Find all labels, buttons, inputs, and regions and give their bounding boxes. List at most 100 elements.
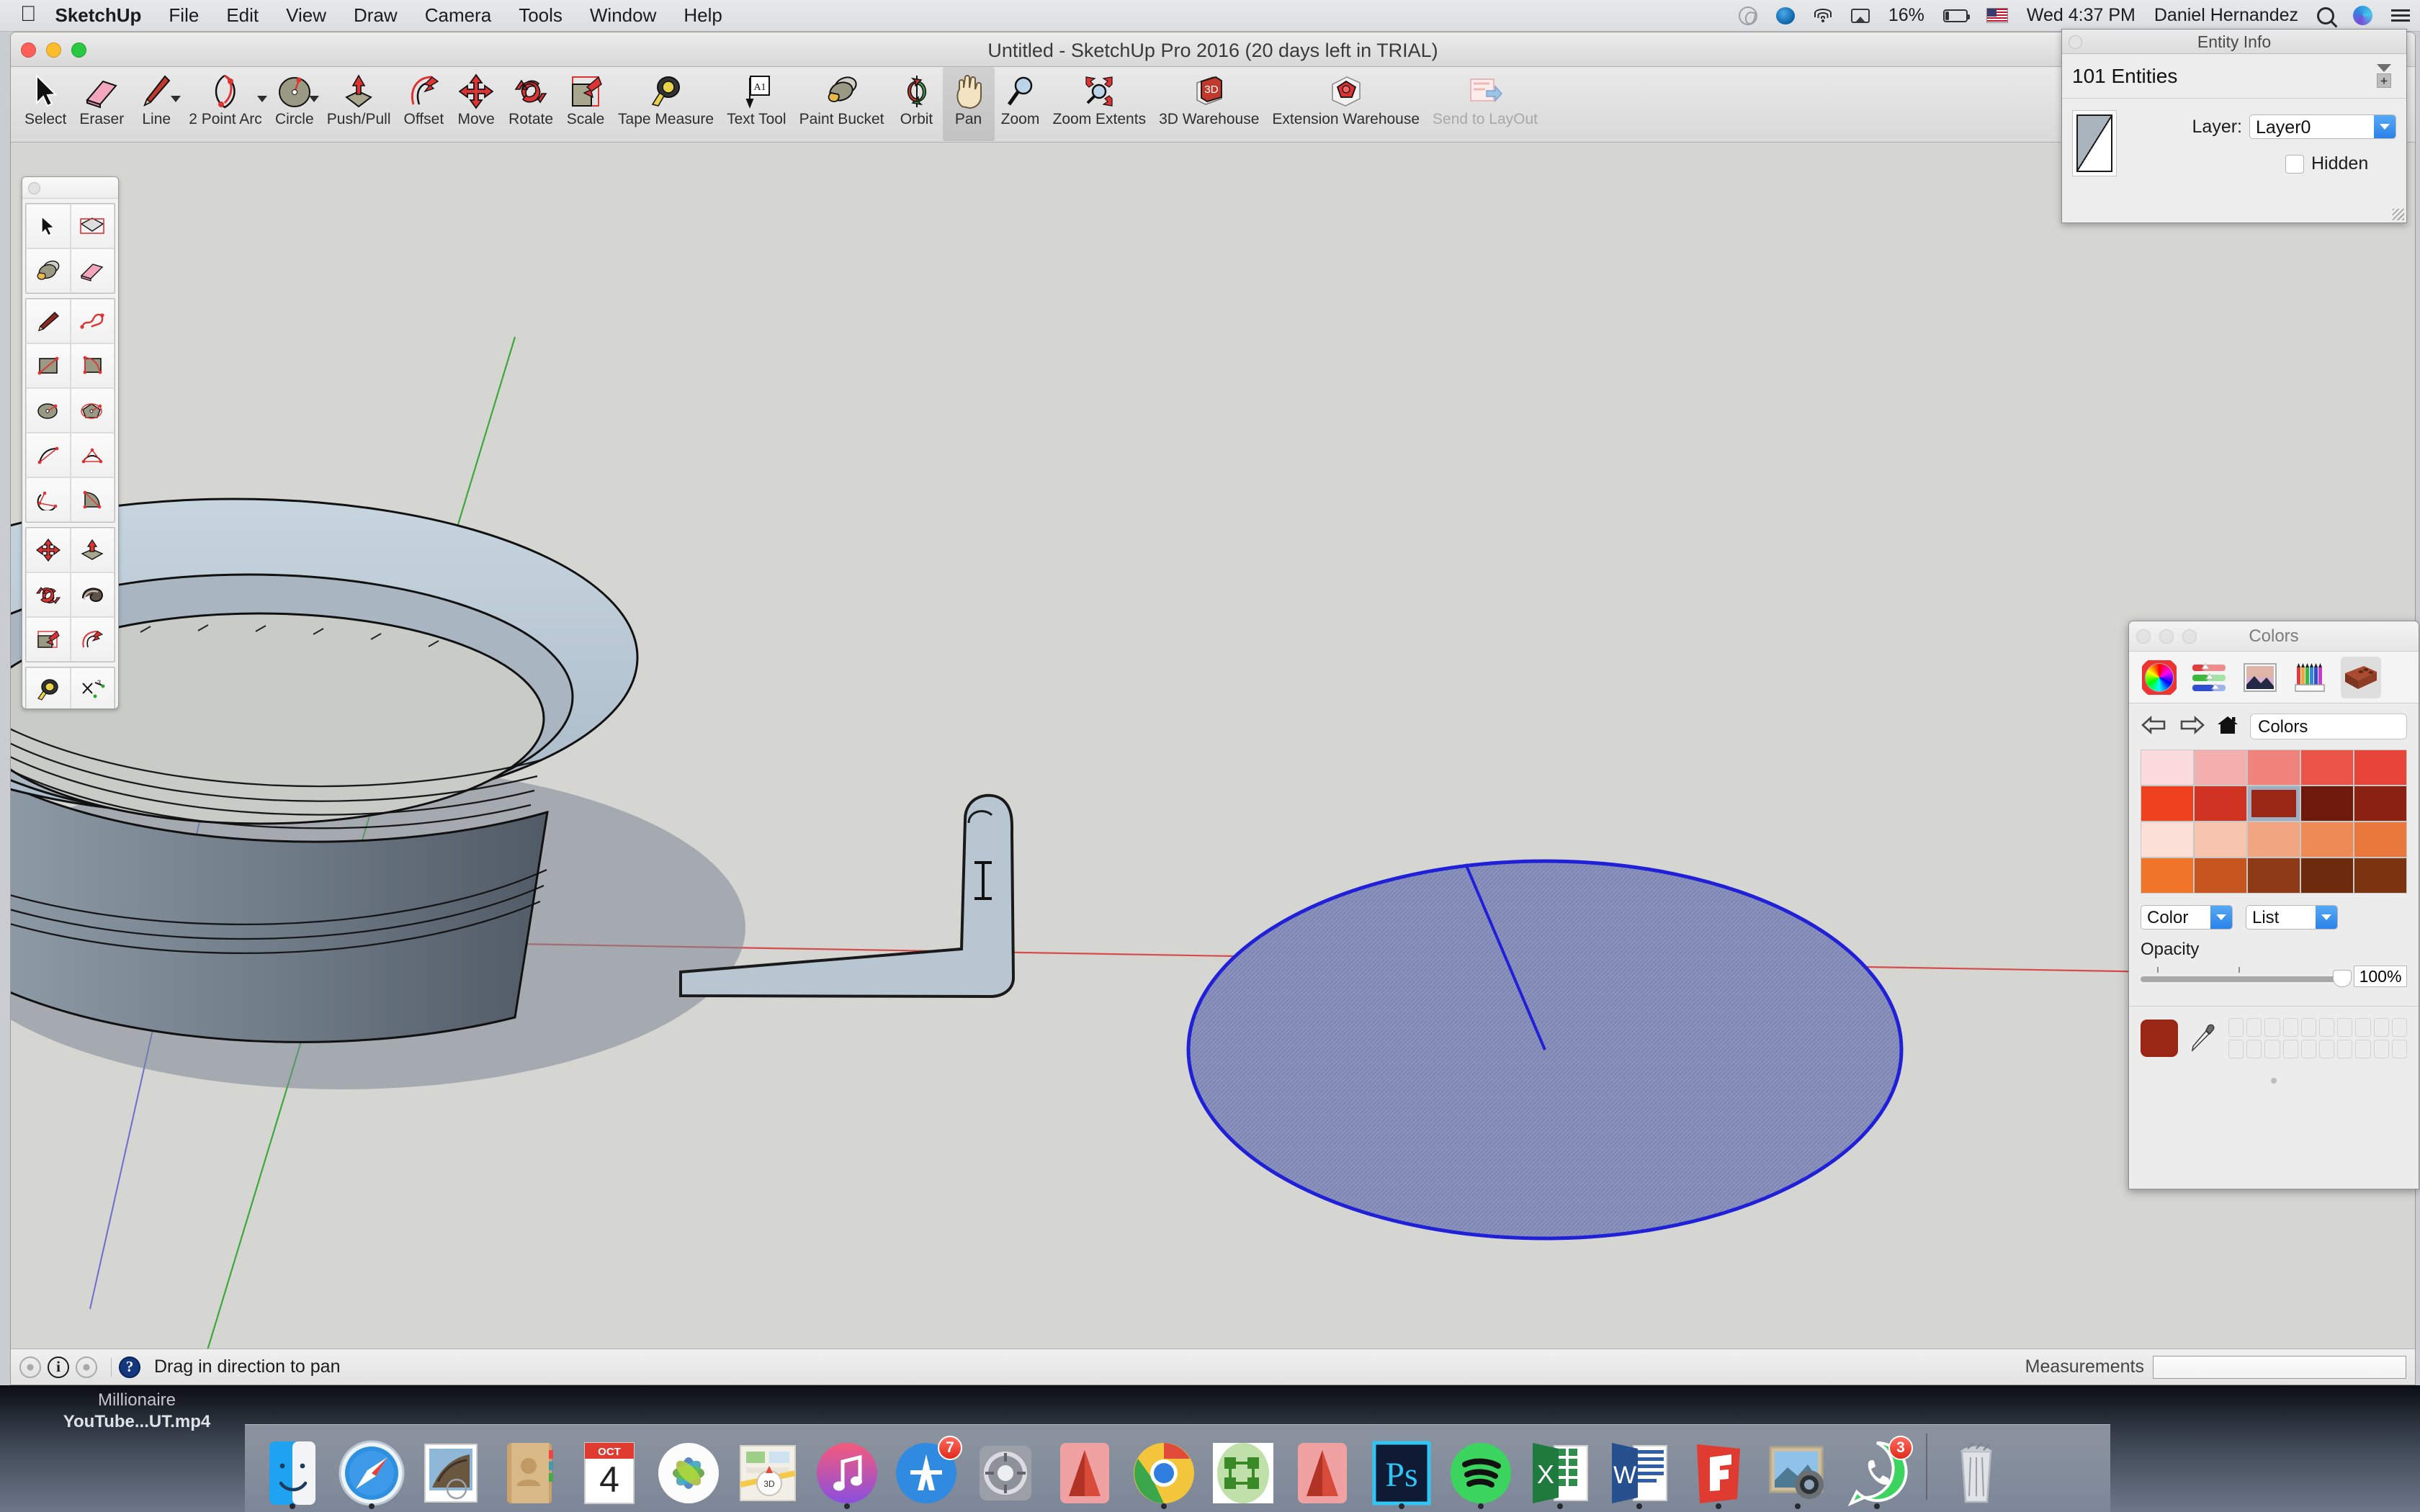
dock-item-chrome[interactable]	[1126, 1427, 1201, 1509]
apple-logo-icon[interactable]: 	[20, 3, 37, 25]
dock-item-trash[interactable]	[1939, 1427, 2014, 1508]
chevron-down-icon[interactable]	[308, 96, 319, 102]
measurements-input[interactable]	[2153, 1355, 2406, 1379]
dock-item-autocad-red[interactable]	[1285, 1427, 1360, 1508]
color-swatch[interactable]	[2141, 786, 2193, 821]
color-swatch[interactable]	[2141, 750, 2193, 785]
favorite-swatch[interactable]	[2300, 1040, 2316, 1058]
dock-item-photoshop[interactable]: Ps	[1364, 1427, 1439, 1509]
favorite-swatch[interactable]	[2355, 1018, 2371, 1037]
dock-item-safari[interactable]	[334, 1427, 409, 1509]
dock[interactable]: OCT 4 3D 7 Ps X W 3	[245, 1424, 2110, 1512]
color-swatch[interactable]	[2301, 750, 2353, 785]
tab-image-palette[interactable]	[2240, 657, 2280, 698]
favorite-swatch[interactable]	[2246, 1040, 2262, 1058]
color-swatch[interactable]	[2301, 822, 2353, 857]
favorite-swatch[interactable]	[2337, 1018, 2353, 1037]
toolbar-button-zoom-extents[interactable]: Zoom Extents	[1047, 67, 1153, 141]
us-flag-icon[interactable]	[1986, 8, 2008, 23]
toolbar-button-send-to-layout[interactable]: Send to LayOut	[1426, 67, 1544, 141]
color-swatch[interactable]	[2195, 858, 2246, 893]
layer-dropdown[interactable]: Layer0	[2249, 114, 2396, 139]
toolbar-button-push-pull[interactable]: Push/Pull	[321, 67, 398, 141]
palette-scale[interactable]	[26, 617, 71, 662]
airplay-icon[interactable]	[1850, 8, 1870, 23]
dock-item-excel[interactable]: X	[1523, 1427, 1597, 1509]
dock-item-system-preferences[interactable]	[968, 1427, 1043, 1508]
info-icon[interactable]: i	[48, 1356, 69, 1378]
colors-close-button[interactable]	[2136, 629, 2151, 644]
favorite-swatch[interactable]	[2246, 1018, 2262, 1037]
favorite-swatch[interactable]	[2373, 1018, 2389, 1037]
color-swatch[interactable]	[2195, 822, 2246, 857]
tab-color-wheel[interactable]	[2139, 657, 2179, 698]
opacity-slider[interactable]	[2141, 967, 2352, 987]
clock-label[interactable]: Wed 4:37 PM	[2027, 5, 2136, 26]
colors-zoom-button[interactable]	[2182, 629, 2197, 644]
color-swatch[interactable]	[2301, 786, 2353, 821]
battery-icon[interactable]	[1942, 9, 1970, 22]
palette-arc[interactable]	[26, 433, 71, 477]
dock-item-calendar[interactable]: OCT 4	[572, 1427, 647, 1508]
palette-circle[interactable]	[26, 388, 71, 433]
hidden-checkbox[interactable]	[2285, 154, 2304, 174]
favorite-swatch[interactable]	[2337, 1040, 2353, 1058]
color-swatch[interactable]	[2195, 750, 2246, 785]
palette-polygon[interactable]	[70, 388, 115, 433]
favorites-swatch-grid[interactable]	[2228, 1018, 2407, 1058]
color-swatch[interactable]	[2248, 858, 2300, 893]
favorite-swatch[interactable]	[2319, 1018, 2335, 1037]
palette-push-pull[interactable]	[70, 528, 115, 572]
toolbar-button-pan[interactable]: Pan	[942, 67, 995, 141]
siri-icon[interactable]	[2353, 6, 2372, 25]
model-canvas[interactable]	[11, 143, 2415, 1349]
menu-item-tools[interactable]: Tools	[519, 4, 563, 27]
palette-dimension[interactable]: 3	[70, 667, 115, 708]
color-swatch[interactable]	[2354, 822, 2406, 857]
help-question-icon[interactable]: ?	[119, 1356, 140, 1378]
colors-path-input[interactable]: Colors	[2250, 714, 2407, 739]
entity-info-panel[interactable]: Entity Info 101 Entities + Layer: Layer0	[2061, 29, 2407, 223]
toolbar-button-move[interactable]: Move	[450, 67, 502, 141]
tab-color-sliders[interactable]	[2190, 657, 2230, 698]
menu-item-draw[interactable]: Draw	[354, 4, 398, 27]
toolbar-button-3d-warehouse[interactable]: 3D 3D Warehouse	[1152, 67, 1265, 141]
entity-info-close-button[interactable]	[2069, 35, 2082, 49]
dock-item-itunes[interactable]	[810, 1427, 884, 1509]
favorite-swatch[interactable]	[2264, 1018, 2280, 1037]
color-swatch[interactable]	[2141, 822, 2193, 857]
tab-color-pencils[interactable]	[2290, 657, 2331, 698]
chevron-down-icon[interactable]	[256, 96, 267, 102]
dock-item-autocad[interactable]	[1047, 1427, 1122, 1508]
favorite-swatch[interactable]	[2319, 1040, 2335, 1058]
face-material-thumbnail[interactable]	[2072, 110, 2117, 176]
dock-item-whatsapp[interactable]: 3	[1839, 1427, 1914, 1509]
color-swatch[interactable]	[2248, 750, 2300, 785]
color-swatch-grid[interactable]	[2141, 750, 2406, 893]
color-mode-dropdown[interactable]: Color	[2141, 905, 2233, 930]
palette-rotated-rectangle[interactable]	[70, 343, 115, 388]
favorite-swatch[interactable]	[2228, 1018, 2244, 1037]
chevron-down-icon[interactable]	[171, 96, 182, 102]
palette-pie[interactable]	[70, 477, 115, 522]
menu-item-help[interactable]: Help	[684, 4, 722, 27]
resize-grip[interactable]	[2393, 209, 2404, 220]
creative-cloud-icon[interactable]	[1738, 6, 1757, 25]
menu-item-file[interactable]: File	[169, 4, 199, 27]
toolbar-button-circle[interactable]: Circle	[269, 67, 321, 141]
favorite-swatch[interactable]	[2355, 1040, 2371, 1058]
dropbox-icon[interactable]	[1775, 6, 1795, 24]
toolbar-button-orbit[interactable]: Orbit	[891, 67, 943, 141]
toolbar-button-select[interactable]: Select	[18, 67, 73, 141]
palette-freehand[interactable]	[70, 299, 115, 343]
notification-center-icon[interactable]	[2391, 9, 2410, 23]
favorite-swatch[interactable]	[2264, 1040, 2280, 1058]
dock-item-app-store[interactable]: 7	[889, 1427, 964, 1508]
color-swatch-selected[interactable]	[2248, 786, 2300, 821]
palette-eraser[interactable]	[70, 248, 115, 293]
dock-item-mail[interactable]	[413, 1427, 488, 1508]
toolbar-button-paint-bucket[interactable]: Paint Bucket	[793, 67, 891, 141]
palette-rotate[interactable]	[26, 572, 71, 617]
toolbar-button-eraser[interactable]: Eraser	[73, 67, 130, 141]
dock-item-preview[interactable]	[1760, 1427, 1835, 1509]
